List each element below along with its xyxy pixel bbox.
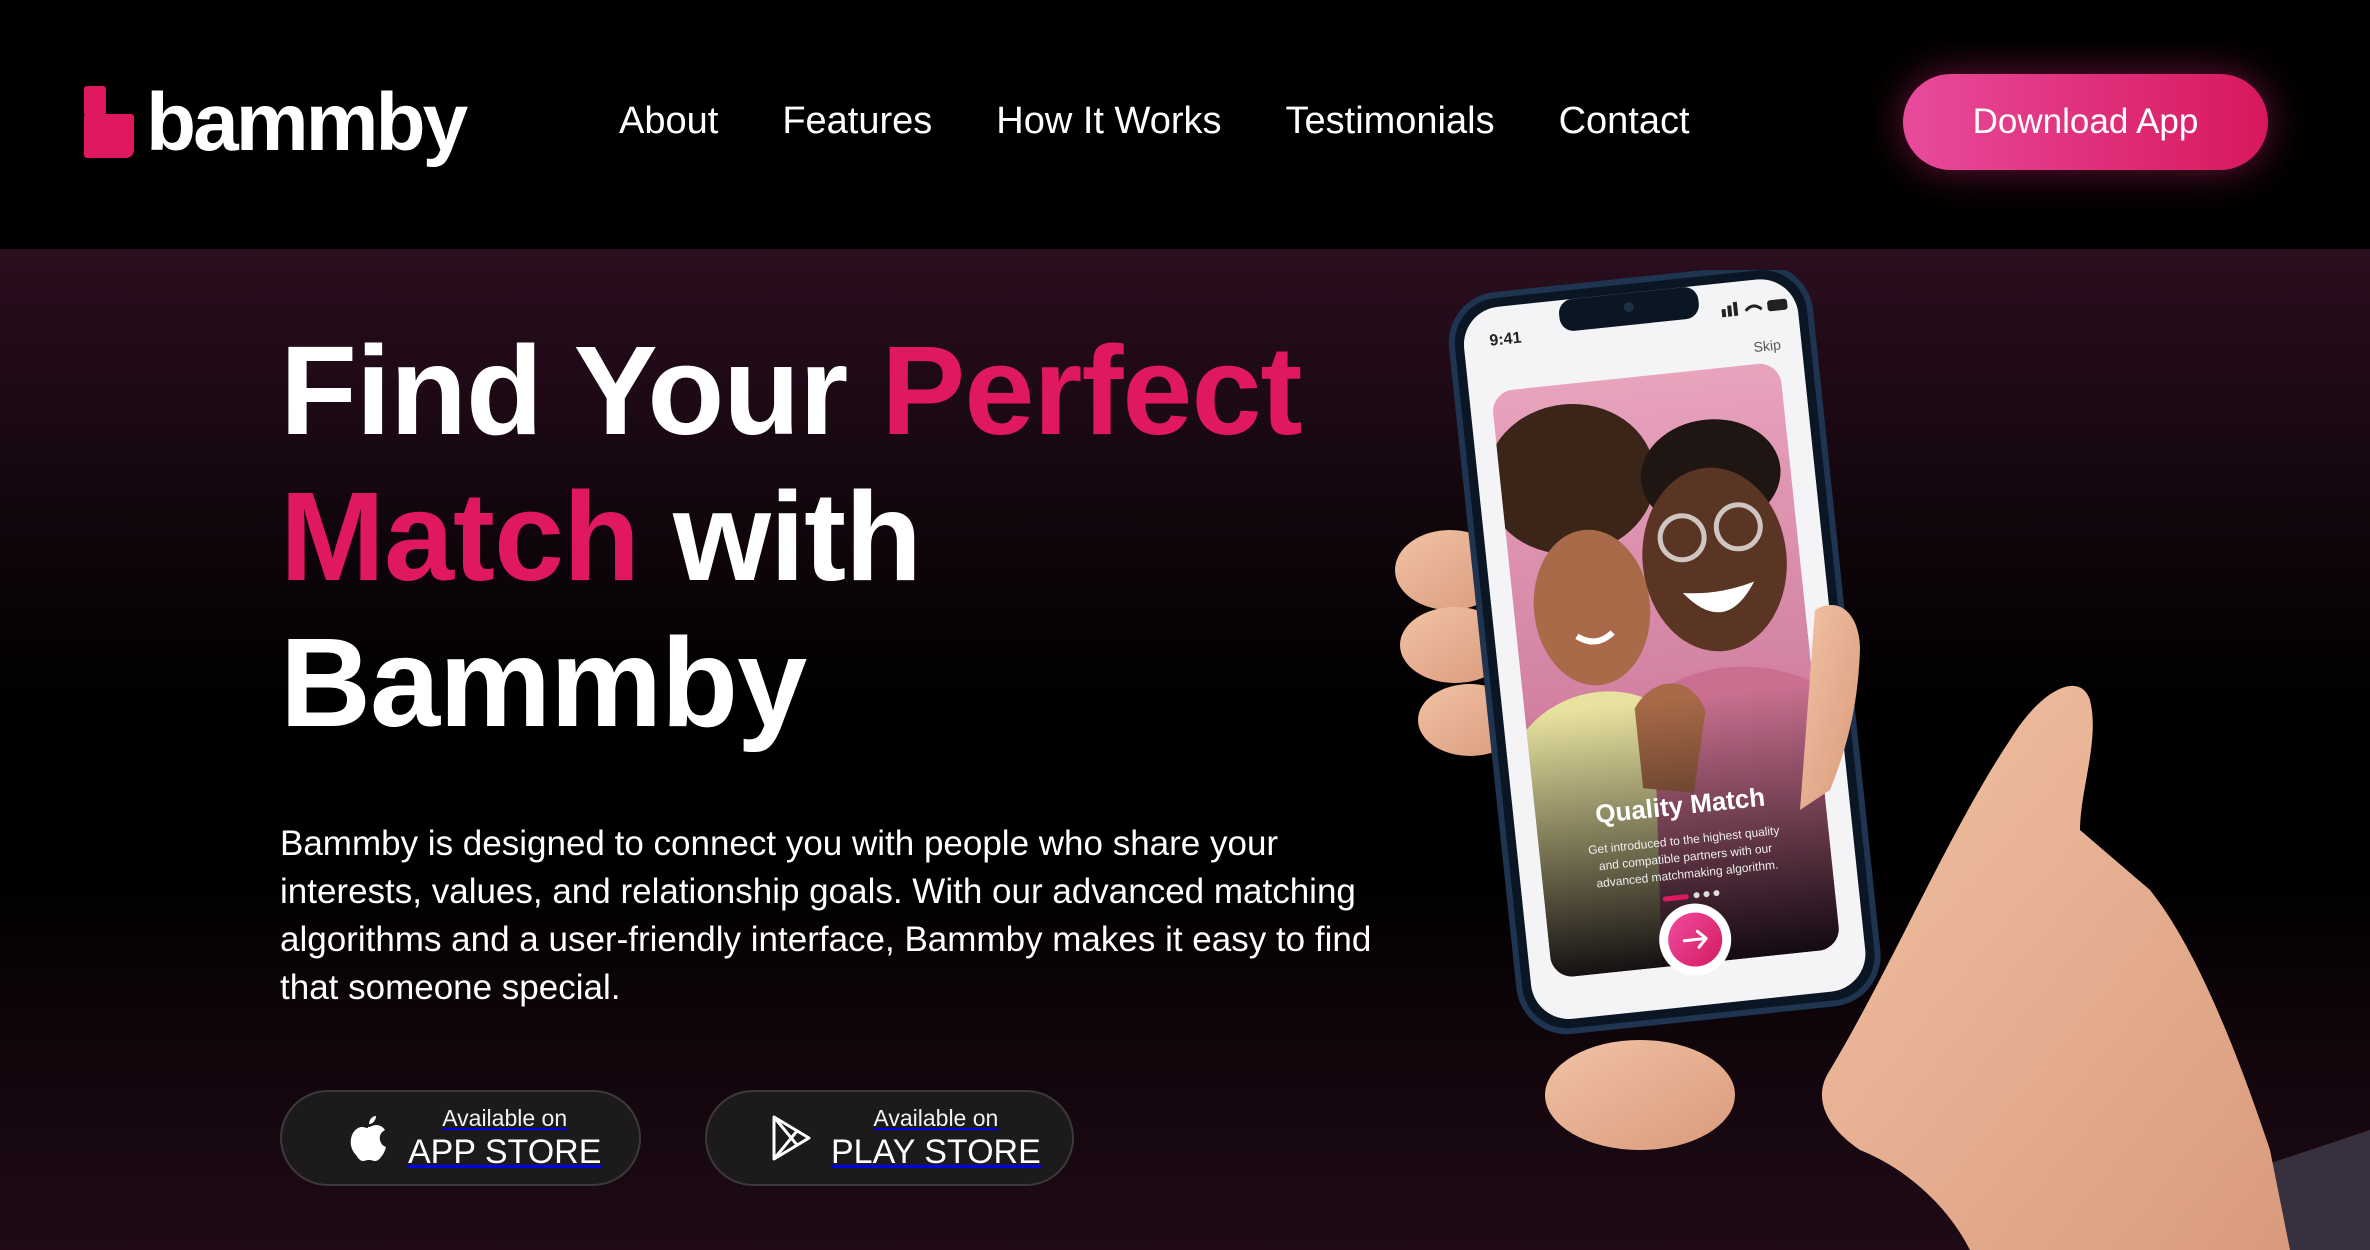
store-small-label: Available on [873,1105,999,1131]
site-header: bammby About Features How It Works Testi… [0,0,2370,249]
play-store-button[interactable]: Available on PLAY STORE [705,1090,1074,1186]
headline-part: Find Your [280,320,882,461]
download-app-button[interactable]: Download App [1903,74,2268,170]
logo-mark-icon [84,86,134,160]
nav-link-about[interactable]: About [619,96,718,146]
phone-mockup: 9:41 Skip Quality Match Get introduced t… [1395,270,2370,1250]
brand-logo[interactable]: bammby [84,77,468,168]
hero-description: Bammby is designed to connect you with p… [280,824,1372,1007]
landing-page: bammby About Features How It Works Testi… [0,0,2370,1250]
nav-link-how-it-works[interactable]: How It Works [996,96,1221,146]
headline-part: Bammby [280,612,807,753]
store-name: APP STORE [408,1133,602,1171]
phone-time: 9:41 [1489,329,1523,349]
main-nav: About Features How It Works Testimonials… [619,96,1754,146]
store-small-label: Available on [442,1105,568,1131]
nav-link-testimonials[interactable]: Testimonials [1286,96,1495,146]
nav-link-contact[interactable]: Contact [1559,96,1690,146]
store-name: PLAY STORE [831,1133,1041,1171]
play-store-icon [772,1115,811,1161]
hero-headline: Find Your Perfect Match with Bammby [280,318,1430,756]
app-store-button[interactable]: Available on APP STORE [280,1090,641,1186]
nav-link-features[interactable]: Features [782,96,932,146]
logo-text: bammby [146,77,468,168]
skip-link[interactable]: Skip [1753,336,1782,355]
headline-part: with [639,466,922,607]
headline-accent: Match [280,466,640,607]
apple-icon [350,1116,386,1161]
headline-accent: Perfect [881,320,1302,461]
